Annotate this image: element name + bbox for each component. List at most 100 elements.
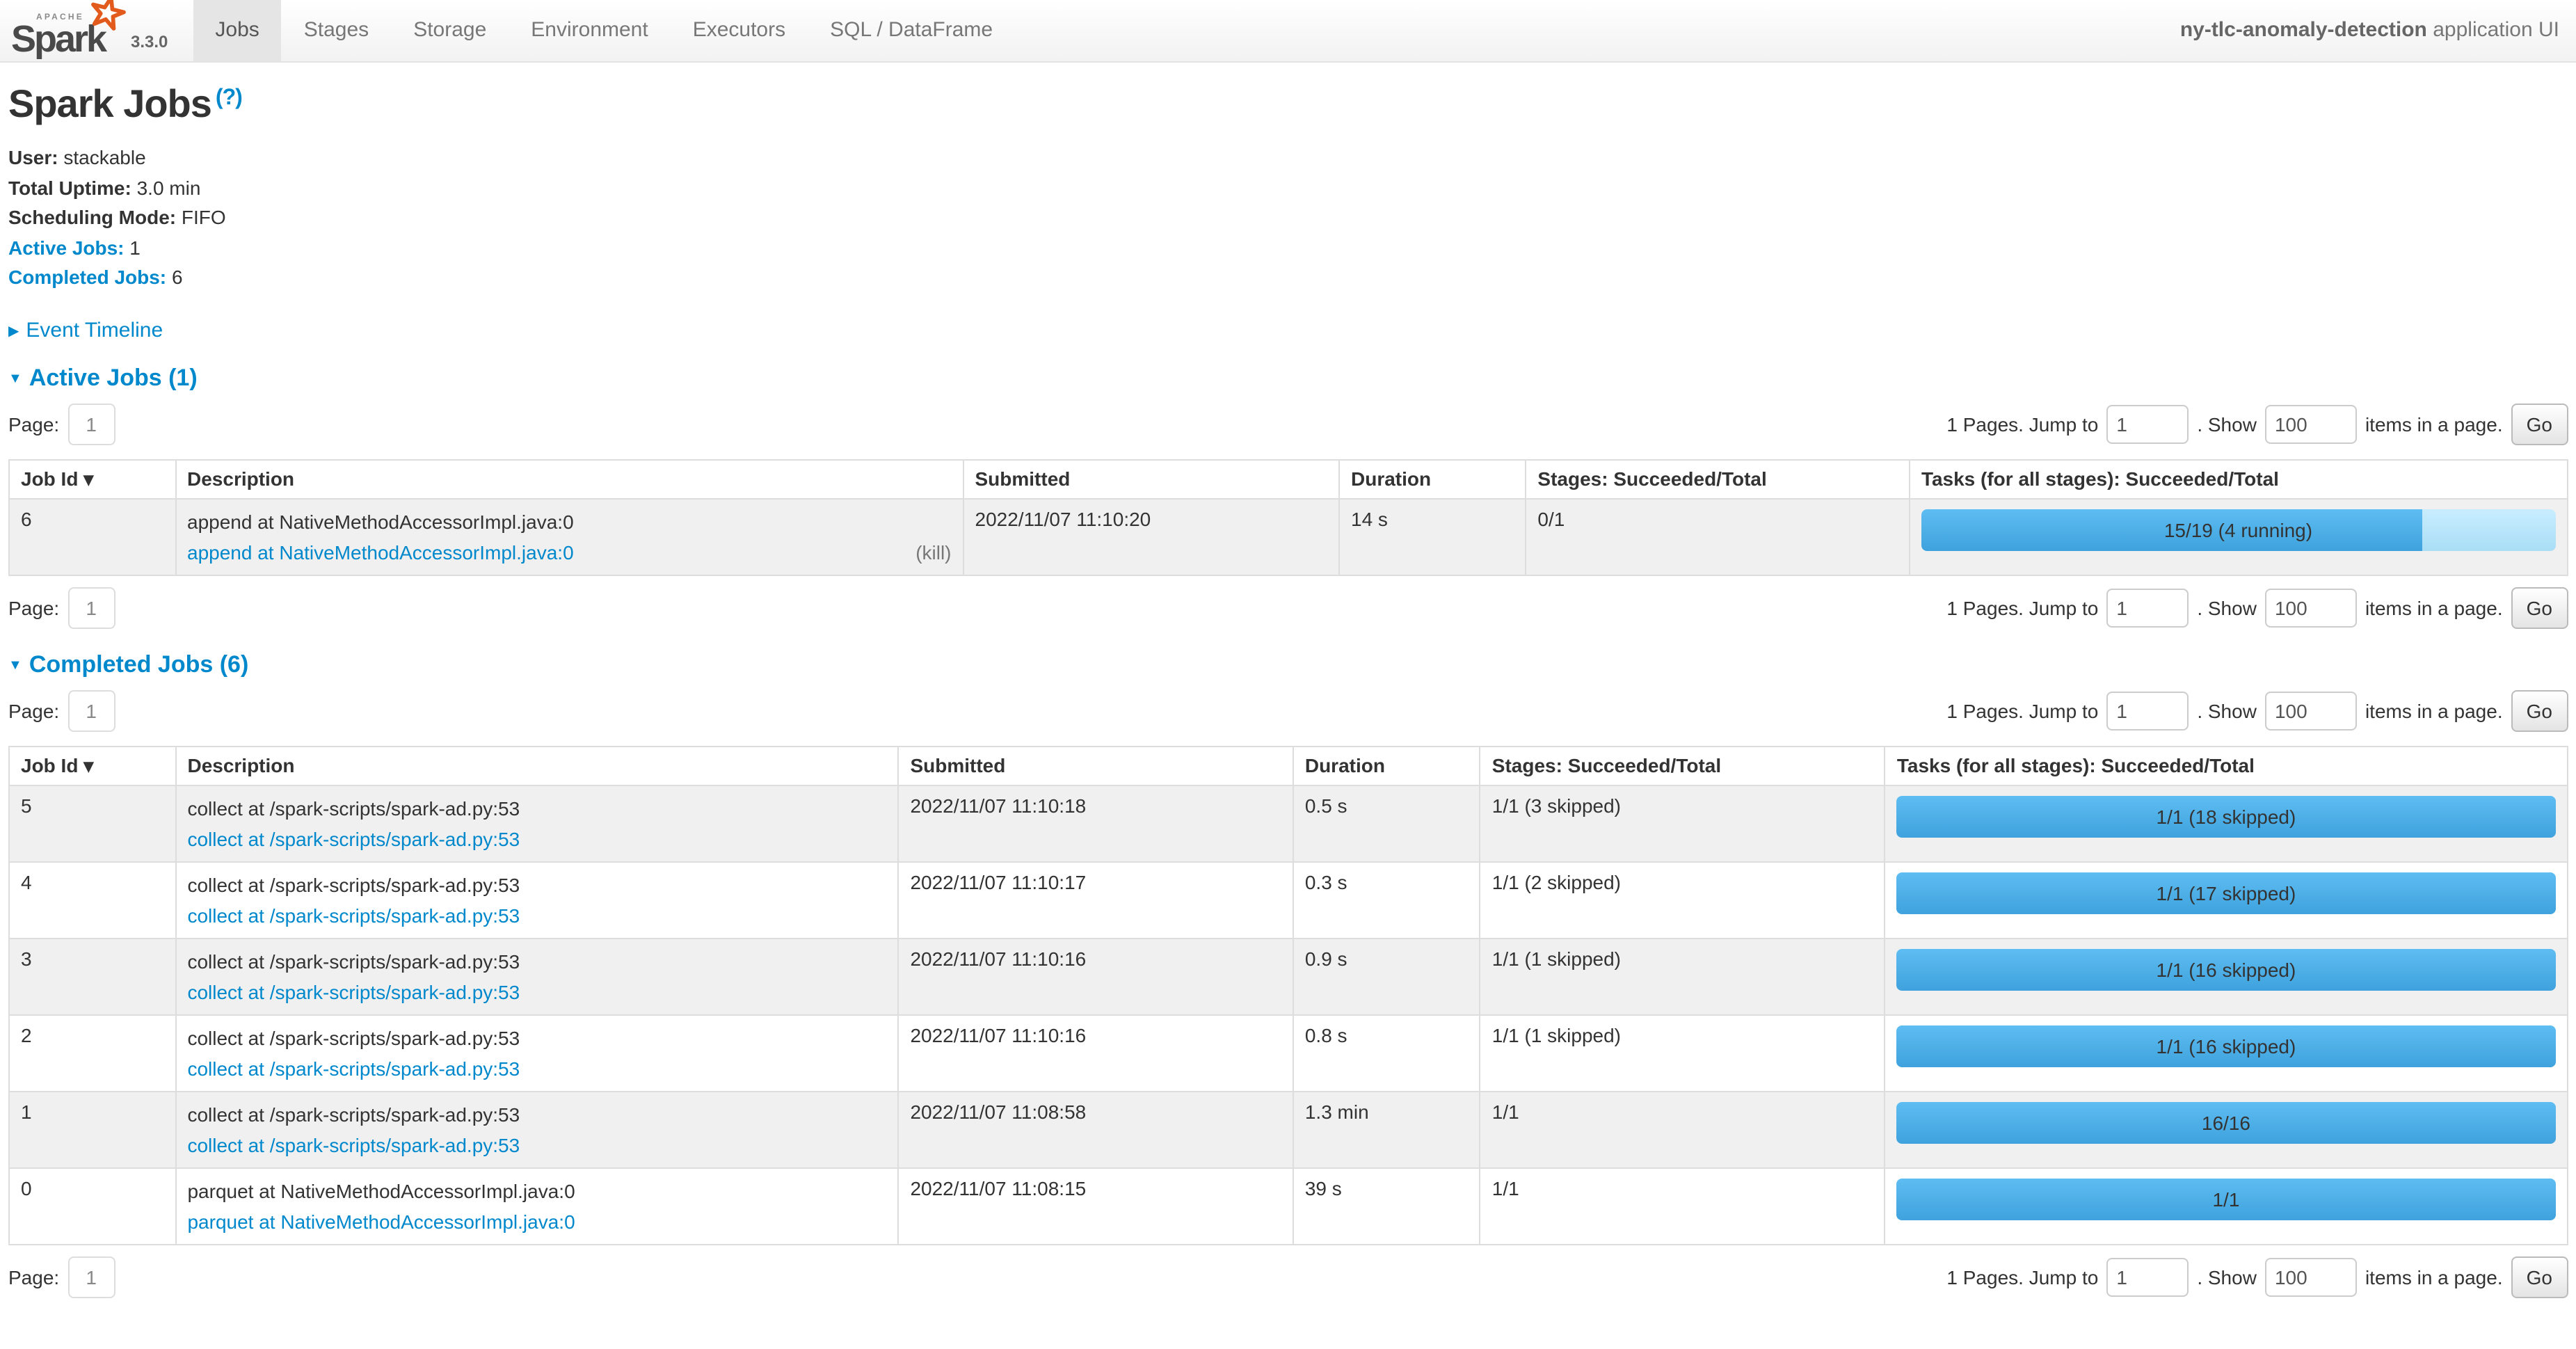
table-row: 6 append at NativeMethodAccessorImpl.jav…	[9, 498, 2567, 575]
items-per-page-input[interactable]	[2265, 404, 2357, 443]
table-header-row: Job Id ▾ Description Submitted Duration …	[9, 459, 2567, 498]
tasks-cell: 1/1 (16 skipped)	[1885, 1014, 2567, 1091]
description-cell: collect at /spark-scripts/spark-ad.py:53…	[175, 938, 898, 1014]
job-detail-link[interactable]: collect at /spark-scripts/spark-ad.py:53	[187, 824, 520, 852]
col-stages[interactable]: Stages: Succeeded/Total	[1480, 746, 1885, 785]
page-number-button[interactable]: 1	[67, 403, 115, 445]
event-timeline-toggle[interactable]: ▶Event Timeline	[8, 318, 2568, 342]
page-number-button[interactable]: 1	[67, 1256, 115, 1298]
col-submitted[interactable]: Submitted	[963, 459, 1340, 498]
tasks-cell: 1/1 (17 skipped)	[1885, 861, 2567, 938]
job-detail-link[interactable]: collect at /spark-scripts/spark-ad.py:53	[187, 1131, 520, 1158]
nav-tabs: Jobs Stages Storage Environment Executor…	[193, 0, 1015, 61]
tasks-progress-bar: 1/1	[1897, 1178, 2555, 1220]
completed-jobs-section-header[interactable]: ▼Completed Jobs (6)	[8, 650, 2568, 678]
col-duration[interactable]: Duration	[1293, 746, 1480, 785]
description-cell: append at NativeMethodAccessorImpl.java:…	[175, 498, 963, 575]
active-pagination-top: Page: 1 1 Pages. Jump to . Show items in…	[8, 403, 2568, 445]
job-detail-link[interactable]: collect at /spark-scripts/spark-ad.py:53	[187, 977, 520, 1005]
items-text: items in a page.	[2365, 596, 2503, 618]
tasks-cell: 1/1 (18 skipped)	[1885, 785, 2567, 861]
jump-to-page-input[interactable]	[2106, 588, 2189, 627]
table-row: 1 collect at /spark-scripts/spark-ad.py:…	[9, 1091, 2567, 1167]
submitted-cell: 2022/11/07 11:10:20	[963, 498, 1340, 575]
stages-cell: 1/1 (1 skipped)	[1480, 1014, 1885, 1091]
items-per-page-input[interactable]	[2265, 588, 2357, 627]
job-detail-link[interactable]: collect at /spark-scripts/spark-ad.py:53	[187, 901, 520, 929]
job-detail-link[interactable]: append at NativeMethodAccessorImpl.java:…	[187, 538, 574, 566]
submitted-cell: 2022/11/07 11:10:16	[898, 1014, 1293, 1091]
job-id-cell: 4	[9, 861, 175, 938]
submitted-cell: 2022/11/07 11:08:15	[898, 1167, 1293, 1244]
col-tasks[interactable]: Tasks (for all stages): Succeeded/Total	[1910, 459, 2567, 498]
jump-to-page-input[interactable]	[2106, 691, 2189, 730]
description-cell: collect at /spark-scripts/spark-ad.py:53…	[175, 1014, 898, 1091]
tab-jobs[interactable]: Jobs	[193, 0, 281, 61]
jump-to-page-input[interactable]	[2106, 1257, 2189, 1296]
pages-jump-text: 1 Pages. Jump to	[1946, 596, 2098, 618]
tasks-progress-bar: 15/19 (4 running)	[1921, 509, 2555, 550]
help-link[interactable]: (?)	[216, 86, 242, 110]
spark-wordmark: APACHE Spark	[11, 6, 120, 56]
application-id: ny-tlc-anomaly-detection application UI	[2180, 0, 2576, 61]
duration-cell: 39 s	[1293, 1167, 1480, 1244]
tasks-progress-bar: 1/1 (18 skipped)	[1897, 795, 2555, 837]
go-button[interactable]: Go	[2511, 586, 2568, 628]
pages-jump-text: 1 Pages. Jump to	[1946, 699, 2098, 721]
col-submitted[interactable]: Submitted	[898, 746, 1293, 785]
submitted-cell: 2022/11/07 11:10:17	[898, 861, 1293, 938]
col-stages[interactable]: Stages: Succeeded/Total	[1526, 459, 1910, 498]
active-jobs-section-header[interactable]: ▼Active Jobs (1)	[8, 364, 2568, 392]
tab-environment[interactable]: Environment	[509, 0, 670, 61]
tab-executors[interactable]: Executors	[671, 0, 808, 61]
col-description[interactable]: Description	[175, 459, 963, 498]
col-description[interactable]: Description	[175, 746, 898, 785]
job-id-cell: 1	[9, 1091, 175, 1167]
duration-cell: 14 s	[1339, 498, 1526, 575]
col-job-id[interactable]: Job Id ▾	[9, 459, 175, 498]
submitted-cell: 2022/11/07 11:08:58	[898, 1091, 1293, 1167]
tab-sql-dataframe[interactable]: SQL / DataFrame	[808, 0, 1015, 61]
go-button[interactable]: Go	[2511, 1256, 2568, 1298]
page-title: Spark Jobs(?)	[8, 82, 2568, 127]
table-row: 4 collect at /spark-scripts/spark-ad.py:…	[9, 861, 2567, 938]
active-jobs-table: Job Id ▾ Description Submitted Duration …	[8, 458, 2568, 575]
items-per-page-input[interactable]	[2265, 691, 2357, 730]
description-cell: parquet at NativeMethodAccessorImpl.java…	[175, 1167, 898, 1244]
job-detail-link[interactable]: parquet at NativeMethodAccessorImpl.java…	[187, 1207, 575, 1235]
job-id-cell: 2	[9, 1014, 175, 1091]
kill-job-link[interactable]: (kill)	[915, 538, 951, 566]
col-duration[interactable]: Duration	[1339, 459, 1526, 498]
tab-stages[interactable]: Stages	[282, 0, 391, 61]
spark-logo: APACHE Spark 3.3.0	[0, 0, 173, 61]
job-detail-link[interactable]: collect at /spark-scripts/spark-ad.py:53	[187, 1054, 520, 1082]
col-job-id[interactable]: Job Id ▾	[9, 746, 175, 785]
completed-jobs-link[interactable]: Completed Jobs:	[8, 266, 166, 288]
stages-cell: 1/1 (1 skipped)	[1480, 938, 1885, 1014]
go-button[interactable]: Go	[2511, 403, 2568, 445]
page-number-button[interactable]: 1	[67, 689, 115, 731]
items-per-page-input[interactable]	[2265, 1257, 2357, 1296]
completed-pagination-top: Page: 1 1 Pages. Jump to . Show items in…	[8, 689, 2568, 731]
table-row: 5 collect at /spark-scripts/spark-ad.py:…	[9, 785, 2567, 861]
tasks-cell: 1/1	[1885, 1167, 2567, 1244]
jump-to-page-input[interactable]	[2106, 404, 2189, 443]
description-cell: collect at /spark-scripts/spark-ad.py:53…	[175, 785, 898, 861]
description-cell: collect at /spark-scripts/spark-ad.py:53…	[175, 1091, 898, 1167]
summary-user: User: stackable	[8, 143, 2568, 173]
summary-active-jobs: Active Jobs: 1	[8, 233, 2568, 263]
summary-completed-jobs: Completed Jobs: 6	[8, 263, 2568, 293]
table-row: 3 collect at /spark-scripts/spark-ad.py:…	[9, 938, 2567, 1014]
tab-storage[interactable]: Storage	[391, 0, 509, 61]
job-id-cell: 3	[9, 938, 175, 1014]
collapse-down-arrow-icon: ▼	[8, 657, 22, 673]
page-number-button[interactable]: 1	[67, 586, 115, 628]
duration-cell: 0.8 s	[1293, 1014, 1480, 1091]
completed-jobs-table: Job Id ▾ Description Submitted Duration …	[8, 745, 2568, 1245]
go-button[interactable]: Go	[2511, 689, 2568, 731]
duration-cell: 0.9 s	[1293, 938, 1480, 1014]
active-jobs-link[interactable]: Active Jobs:	[8, 236, 125, 258]
col-tasks[interactable]: Tasks (for all stages): Succeeded/Total	[1885, 746, 2567, 785]
items-text: items in a page.	[2365, 699, 2503, 721]
show-text: . Show	[2197, 596, 2257, 618]
